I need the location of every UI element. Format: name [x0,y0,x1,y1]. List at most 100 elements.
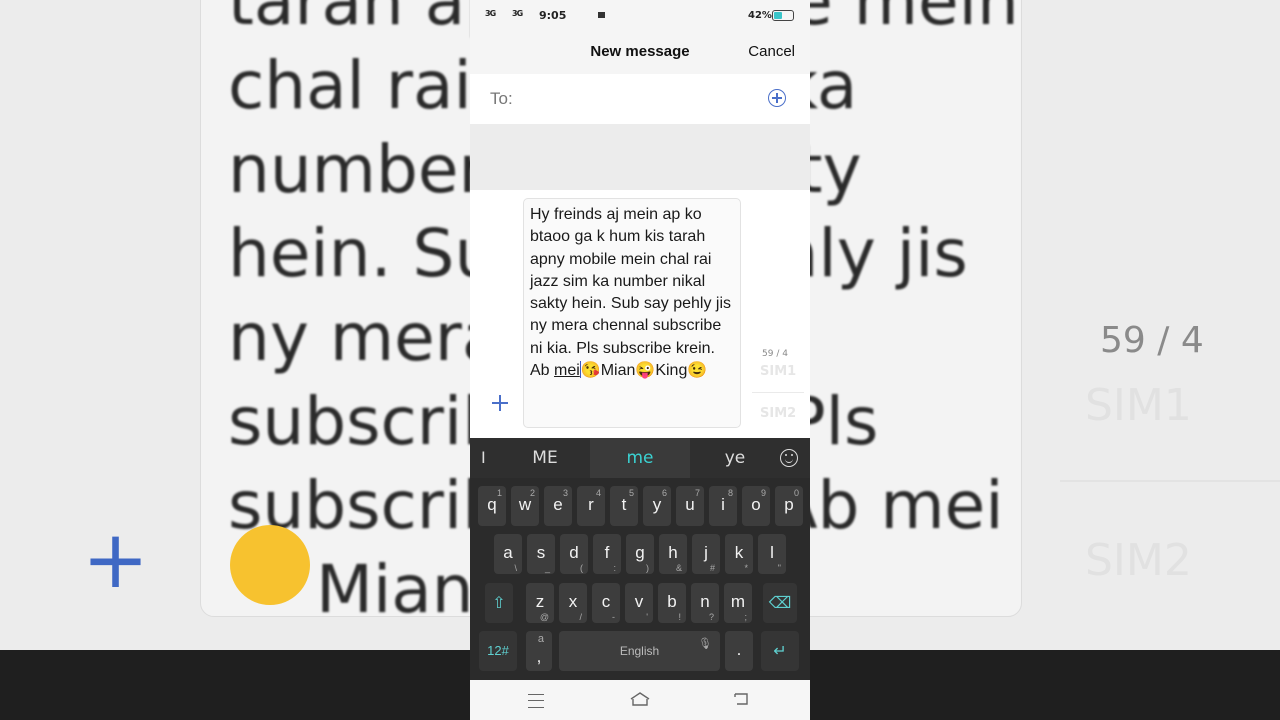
key-label: p [784,495,794,514]
key-secondary-label: _ [544,563,550,573]
keyboard: I ME me ye q 1 w 2 e 3 r 4 t 5 y 6 u 7 i 8 o 9 p 0 a \ s _ d(f: g… [470,438,810,680]
key-t[interactable]: t5 [610,486,638,526]
microphone-icon: 🎙 [698,637,712,650]
key-label: q [487,495,497,514]
status-bar: 3G 3G 9:05 42% [470,0,810,32]
background-counter: 59 / 4 [1100,320,1204,361]
key-secondary-label: / [579,612,582,622]
key-label: w [518,495,532,514]
recipient-field[interactable]: To: [470,74,810,124]
suggestion-item[interactable]: ye [700,438,770,478]
suggestion-item-selected[interactable]: me [590,438,690,478]
cancel-button[interactable]: Cancel [748,43,795,60]
conversation-area [470,124,810,190]
key-secondary-label: - [612,612,615,622]
symbols-label: 12# [487,643,509,658]
shift-key[interactable]: ⇧ [485,583,513,623]
key-e[interactable]: e3 [544,486,572,526]
composing-word: mei [554,362,580,380]
key-label: n [700,592,710,611]
message-input[interactable]: Hy freinds aj mein ap ko btaoo ga k hum … [523,198,741,428]
key-m[interactable]: m; [724,583,752,623]
key-secondary-label: ! [678,612,681,622]
attach-plus-icon[interactable] [492,395,508,411]
key-q[interactable]: q1 [478,486,506,526]
home-icon[interactable] [630,692,650,706]
key-p[interactable]: p0 [775,486,803,526]
key-z[interactable]: z @ [526,583,554,623]
add-contact-icon[interactable] [768,89,786,107]
key-d[interactable]: d( [560,534,588,574]
background-sim1: SIM1 [1085,380,1192,431]
cursor-move-icon[interactable]: I [481,448,486,467]
key-secondary-label: ( [580,563,583,573]
key-w[interactable]: w2 [511,486,539,526]
key-secondary-label: 4 [595,488,601,498]
key-n[interactable]: n? [691,583,719,623]
key-c[interactable]: c- [592,583,620,623]
key-label: j [704,543,708,562]
menu-icon[interactable] [528,694,544,708]
comma-label: , [536,647,542,666]
key-label: e [553,495,563,514]
space-language-label: English [619,644,660,658]
period-key[interactable]: . [725,631,753,671]
comma-key[interactable]: a , [526,631,552,671]
key-u[interactable]: u7 [676,486,704,526]
key-y[interactable]: y6 [643,486,671,526]
key-k[interactable]: k * [725,534,753,574]
shift-arrow-icon: ⇧ [492,595,506,612]
key-j[interactable]: j # [692,534,720,574]
key-f[interactable]: f: [593,534,621,574]
key-secondary-label: & [675,563,682,573]
back-icon[interactable] [734,693,750,705]
key-secondary-label: ' [646,612,648,622]
key-g[interactable]: g) [626,534,654,574]
background-kiss-emoji-icon [230,525,310,605]
compose-area: Hy freinds aj mein ap ko btaoo ga k hum … [470,190,810,438]
key-label: i [721,495,725,514]
key-secondary-label: " [777,563,781,573]
status-time: 9:05 [539,9,567,22]
enter-icon: ↵ [773,643,787,660]
symbols-key[interactable]: 12# [479,631,517,671]
key-label: k [734,543,744,562]
key-v[interactable]: v ' [625,583,653,623]
key-secondary-label: 3 [562,488,568,498]
key-secondary-label: 8 [727,488,733,498]
send-sim2-button[interactable]: SIM2 [760,406,796,421]
backspace-key[interactable]: ⌫ [763,583,797,623]
key-label: c [601,592,611,611]
char-counter: 59 / 4 [762,349,788,359]
key-s[interactable]: s _ [527,534,555,574]
key-b[interactable]: b! [658,583,686,623]
message-header: New message Cancel [470,32,810,74]
background-plus-icon: + [82,513,150,606]
key-r[interactable]: r4 [577,486,605,526]
emoji-icon[interactable] [780,449,798,467]
key-o[interactable]: o9 [742,486,770,526]
enter-key[interactable]: ↵ [761,631,799,671]
language-switch-icon: a [537,633,544,645]
signal-1-icon: 3G [485,9,496,18]
background-divider [1060,480,1280,482]
send-sim1-button[interactable]: SIM1 [760,364,796,379]
message-text: Hy freinds aj mein ap ko btaoo ga k hum … [530,206,731,380]
key-label: s [536,543,546,562]
key-secondary-label: ) [646,563,649,573]
key-label: t [621,495,627,514]
key-x[interactable]: x / [559,583,587,623]
backspace-icon: ⌫ [768,595,792,612]
space-key[interactable]: English 🎙 [559,631,720,671]
key-secondary-label: 6 [661,488,667,498]
key-label: z [535,592,545,611]
key-l[interactable]: l " [758,534,786,574]
key-secondary-label: # [709,563,715,573]
suggestion-item[interactable]: ME [510,438,580,478]
key-h[interactable]: h & [659,534,687,574]
key-secondary-label: 2 [529,488,535,498]
key-a[interactable]: a \ [494,534,522,574]
key-secondary-label: ? [708,612,714,622]
key-i[interactable]: i8 [709,486,737,526]
sim-divider [752,392,804,393]
